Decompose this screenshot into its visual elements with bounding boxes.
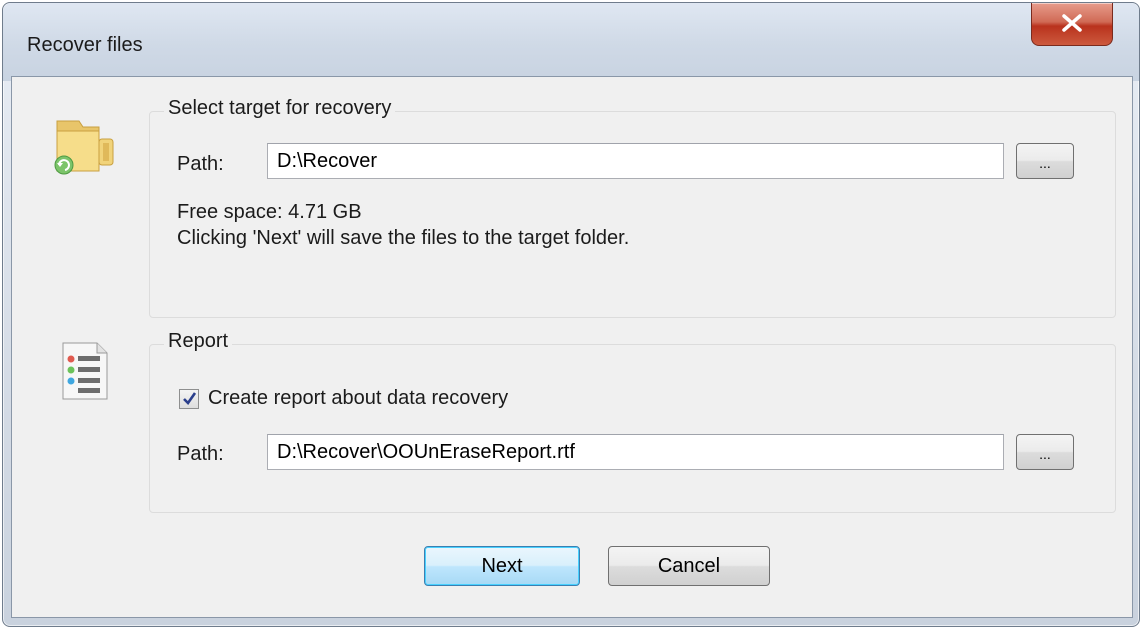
next-hint-text: Clicking 'Next' will save the files to t… <box>177 227 630 249</box>
recover-files-dialog: Recover files Select target for recovery… <box>2 2 1140 627</box>
dialog-content: Select target for recovery Path: D:\Reco… <box>11 76 1133 618</box>
create-report-label[interactable]: Create report about data recovery <box>208 387 508 410</box>
checkmark-icon <box>183 392 197 406</box>
target-path-label: Path: <box>177 153 224 175</box>
report-browse-button[interactable]: ... <box>1016 434 1074 470</box>
create-report-checkbox[interactable] <box>179 389 199 409</box>
cancel-button[interactable]: Cancel <box>608 546 770 586</box>
folder-recover-icon <box>54 120 114 175</box>
title-bar[interactable]: Recover files <box>3 3 1139 81</box>
close-icon <box>1062 14 1082 32</box>
free-space-text: Free space: 4.71 GB <box>177 201 362 223</box>
window-title: Recover files <box>27 34 143 56</box>
target-browse-button[interactable]: ... <box>1016 143 1074 179</box>
target-path-input[interactable]: D:\Recover <box>267 143 1004 179</box>
report-path-input[interactable]: D:\Recover\OOUnEraseReport.rtf <box>267 434 1004 470</box>
close-button[interactable] <box>1031 3 1113 46</box>
report-group: Report Create report about data recovery… <box>149 330 1116 513</box>
report-list-icon <box>62 342 108 400</box>
next-button[interactable]: Next <box>424 546 580 586</box>
target-group-legend: Select target for recovery <box>164 97 396 120</box>
report-group-legend: Report <box>164 330 233 353</box>
report-path-label: Path: <box>177 443 224 465</box>
target-group: Select target for recovery Path: D:\Reco… <box>149 97 1116 318</box>
